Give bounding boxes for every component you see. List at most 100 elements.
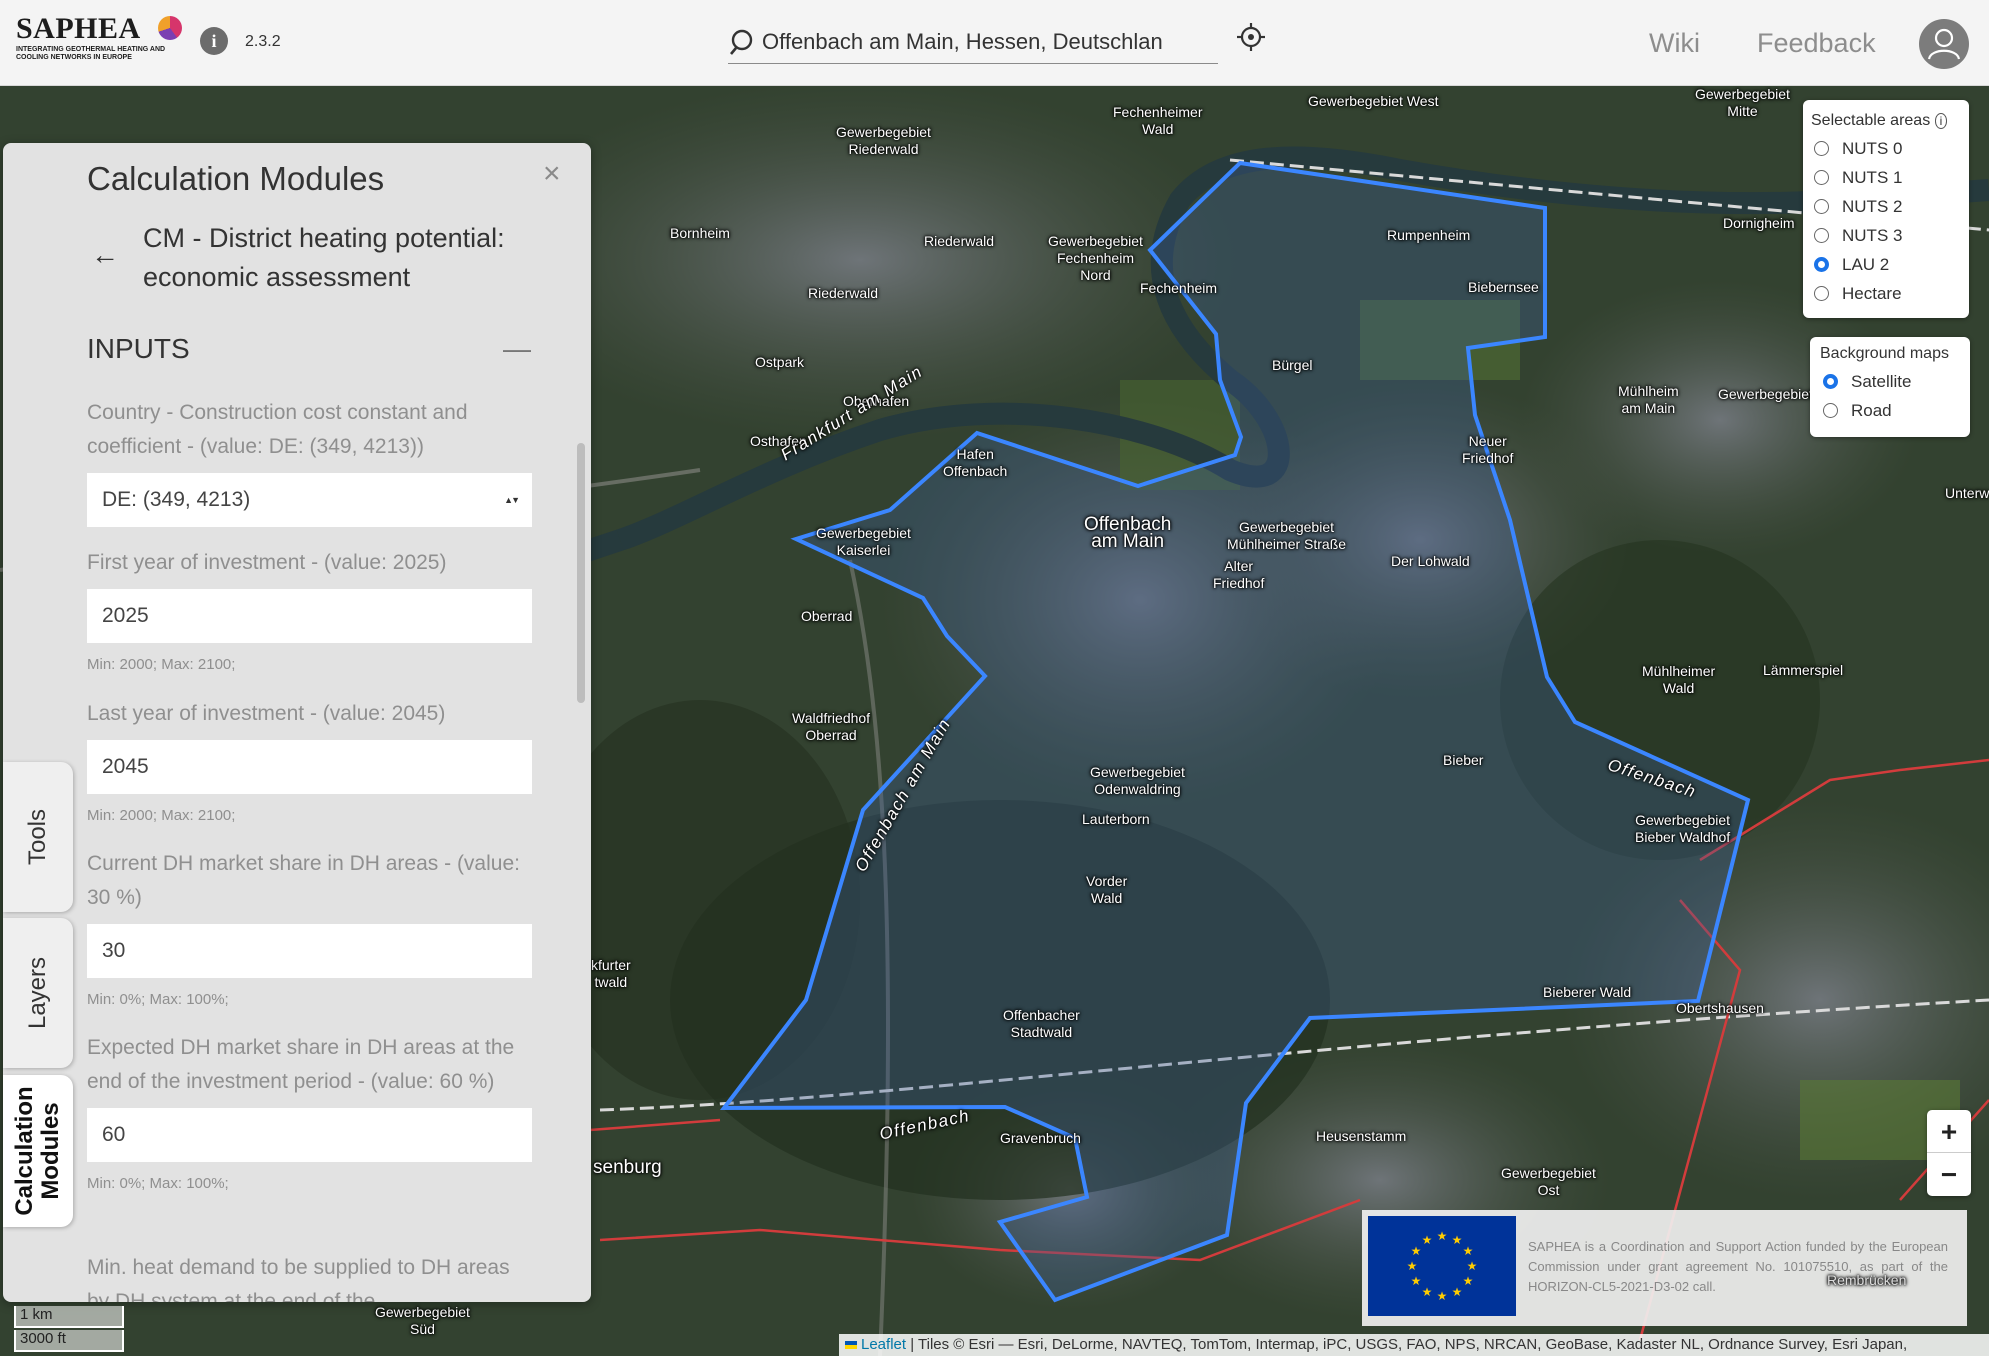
search-bar	[728, 22, 1218, 64]
place-label: Gewerbegebiet Odenwaldring	[1090, 764, 1185, 797]
place-label: Vorder Wald	[1086, 873, 1128, 906]
scale-metric: 1 km	[14, 1306, 124, 1328]
selectable-areas-title: Selectable areas i	[1811, 112, 1961, 130]
eu-star-icon: ★	[1467, 1259, 1478, 1273]
field-label: First year of investment - (value: 2025)	[87, 551, 447, 574]
bg-option-satellite[interactable]: Satellite	[1820, 367, 1960, 396]
field-label: Current DH market share in DH areas - (v…	[87, 852, 520, 909]
search-icon[interactable]	[730, 28, 756, 56]
scale-imperial: 3000 ft	[14, 1330, 124, 1352]
eu-star-icon: ★	[1411, 1274, 1422, 1288]
field-min-heat-demand: Min. heat demand to be supplied to DH ar…	[87, 1251, 532, 1302]
attribution-text: | Tiles © Esri — Esri, DeLorme, NAVTEQ, …	[906, 1336, 1908, 1353]
field-hint: Min: 2000; Max: 2100;	[87, 807, 236, 824]
search-input[interactable]	[762, 26, 1162, 58]
user-avatar[interactable]	[1919, 19, 1969, 69]
eu-star-icon: ★	[1437, 1289, 1448, 1303]
area-option-lau2[interactable]: LAU 2	[1811, 250, 1961, 279]
place-label: Ostpark	[755, 354, 805, 370]
eu-star-icon: ★	[1452, 1233, 1463, 1247]
field-hint: Min: 0%; Max: 100%;	[87, 991, 229, 1008]
place-label: Lauterborn	[1082, 811, 1150, 827]
radio-button[interactable]	[1823, 403, 1838, 418]
eu-star-icon: ★	[1422, 1285, 1433, 1299]
wiki-link[interactable]: Wiki	[1649, 28, 1700, 59]
panel-scrollbar[interactable]	[577, 443, 585, 703]
place-label: Offenbach am Main	[1084, 514, 1172, 552]
tab-label: Tools	[24, 808, 51, 866]
field-label: Expected DH market share in DH areas at …	[87, 1036, 515, 1093]
place-label: Gewerbegebiet Mühlheimer Straße	[1227, 519, 1347, 552]
back-arrow-icon[interactable]: ←	[91, 239, 119, 271]
place-label: Gewerbegebiet Süd	[375, 1304, 470, 1337]
leaflet-link[interactable]: Leaflet	[861, 1336, 906, 1353]
country-select[interactable]: DE: (349, 4213) ▲▼	[87, 473, 532, 527]
place-label: Gewerbegebiet Bieber Waldhof	[1635, 812, 1731, 845]
place-label: Fechenheimer Wald	[1113, 104, 1203, 137]
field-first-year: First year of investment - (value: 2025)…	[87, 546, 532, 673]
radio-button[interactable]	[1814, 199, 1829, 214]
selectable-areas-control: Selectable areas i NUTS 0 NUTS 1 NUTS 2 …	[1803, 100, 1969, 318]
place-label: Gravenbruch	[1000, 1130, 1081, 1146]
collapse-icon[interactable]: —	[503, 333, 531, 365]
area-option-nuts1[interactable]: NUTS 1	[1811, 163, 1961, 192]
area-option-hectare[interactable]: Hectare	[1811, 279, 1961, 308]
field-hint: Min: 0%; Max: 100%;	[87, 1175, 229, 1192]
locate-icon[interactable]	[1236, 22, 1266, 52]
place-label: Bornheim	[670, 225, 730, 241]
place-label: Gewerbegebiet	[1718, 386, 1813, 402]
field-hint: Min: 2000; Max: 2100;	[87, 656, 236, 673]
area-option-nuts3[interactable]: NUTS 3	[1811, 221, 1961, 250]
last-year-input[interactable]	[87, 740, 532, 794]
info-icon[interactable]: i	[1934, 113, 1948, 129]
place-label: Neuer Friedhof	[1462, 433, 1514, 466]
place-label: Mühlheimer Wald	[1642, 663, 1716, 696]
place-label: Biebernsee	[1468, 279, 1539, 295]
radio-button[interactable]	[1814, 170, 1829, 185]
field-last-year: Last year of investment - (value: 2045) …	[87, 697, 532, 824]
place-label: Obertshausen	[1676, 1000, 1764, 1016]
first-year-input[interactable]	[87, 589, 532, 643]
place-label: senburg	[593, 1157, 662, 1178]
area-option-nuts0[interactable]: NUTS 0	[1811, 134, 1961, 163]
bg-option-road[interactable]: Road	[1820, 396, 1960, 425]
current-share-input[interactable]	[87, 924, 532, 978]
eu-star-icon: ★	[1422, 1233, 1433, 1247]
place-label: Gewerbegebiet Fechenheim Nord	[1048, 233, 1143, 283]
radio-button-selected[interactable]	[1814, 257, 1829, 272]
field-label: Last year of investment - (value: 2045)	[87, 702, 446, 725]
funding-notice: ★ ★ ★ ★ ★ ★ ★ ★ ★ ★ ★ ★ SAPHEA is a Coordination an…	[1362, 1210, 1967, 1326]
feedback-link[interactable]: Feedback	[1757, 28, 1876, 59]
expected-share-input[interactable]	[87, 1108, 532, 1162]
place-label: Dornigheim	[1723, 215, 1795, 231]
top-bar: SAPHEA Integrating geothermal heating an…	[0, 0, 1989, 86]
saphea-logo[interactable]: SAPHEA Integrating geothermal heating an…	[16, 12, 186, 68]
info-icon[interactable]: i	[200, 27, 228, 55]
field-current-share: Current DH market share in DH areas - (v…	[87, 847, 532, 1008]
zoom-out-button[interactable]: −	[1927, 1153, 1971, 1196]
tab-layers[interactable]: Layers	[3, 918, 73, 1068]
inputs-section-title: INPUTS	[87, 333, 190, 364]
radio-button[interactable]	[1814, 141, 1829, 156]
tab-calculation-modules[interactable]: Calculation Modules	[3, 1075, 73, 1227]
tab-label: Calculation Modules	[11, 1086, 64, 1215]
radio-button[interactable]	[1814, 286, 1829, 301]
place-label: Rembrücken	[1827, 1272, 1907, 1288]
map-attribution: Leaflet | Tiles © Esri — Esri, DeLorme, …	[839, 1334, 1989, 1356]
field-expected-share: Expected DH market share in DH areas at …	[87, 1031, 532, 1192]
place-label: Lämmerspiel	[1763, 662, 1844, 678]
area-option-nuts2[interactable]: NUTS 2	[1811, 192, 1961, 221]
radio-button[interactable]	[1814, 228, 1829, 243]
tab-tools[interactable]: Tools	[3, 762, 73, 912]
zoom-in-button[interactable]: +	[1927, 1110, 1971, 1153]
place-label: Gewerbegebiet Ost	[1501, 1165, 1596, 1198]
user-icon	[1927, 28, 1961, 60]
panel-title: Calculation Modules	[87, 160, 385, 197]
place-label: Alter Friedhof	[1213, 558, 1265, 591]
version-label: 2.3.2	[245, 33, 281, 50]
place-label: Waldfriedhof Oberrad	[792, 710, 871, 743]
place-label: Hafen Offenbach	[943, 446, 1008, 479]
close-icon[interactable]: ×	[543, 157, 561, 191]
radio-button-selected[interactable]	[1823, 374, 1838, 389]
place-label: Oberrad	[801, 608, 853, 624]
